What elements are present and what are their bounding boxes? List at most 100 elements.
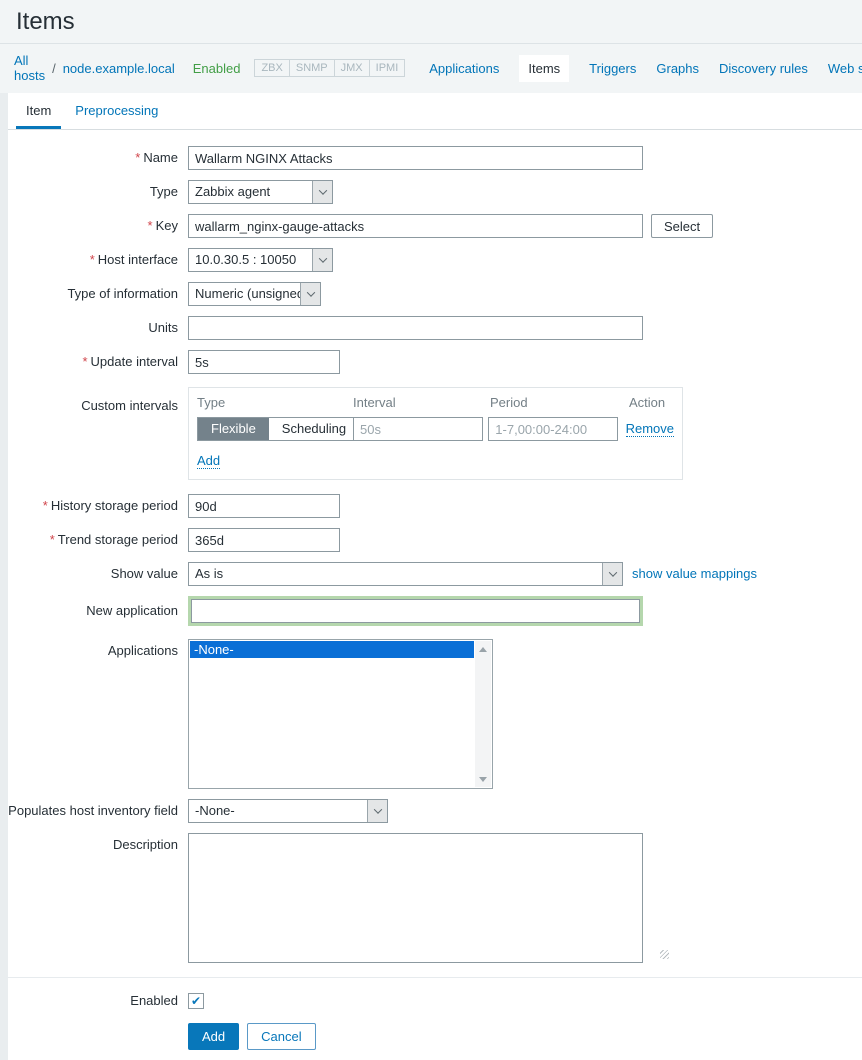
listbox-scrollbar[interactable] — [475, 641, 491, 787]
interval-type-segmented-control: Flexible Scheduling — [197, 417, 360, 441]
page-header: Items — [0, 0, 862, 44]
flexible-option[interactable]: Flexible — [198, 418, 269, 440]
host-interface-select[interactable]: 10.0.30.5 : 10050 — [188, 248, 333, 272]
chevron-down-icon — [312, 249, 332, 271]
required-marker: * — [43, 498, 48, 513]
host-nav: Applications Items Triggers Graphs Disco… — [429, 55, 862, 82]
item-form-panel: Item Preprocessing *Name Type Zabbix age… — [8, 93, 862, 1060]
enabled-label: Enabled — [8, 990, 188, 1008]
nav-triggers[interactable]: Triggers — [589, 61, 636, 76]
tab-preprocessing[interactable]: Preprocessing — [65, 93, 168, 129]
key-label: Key — [156, 218, 178, 233]
history-storage-input[interactable] — [188, 494, 340, 518]
row-name: *Name — [8, 146, 862, 170]
item-form: *Name Type Zabbix agent *Key Select *Hos… — [8, 130, 862, 1060]
row-inventory: Populates host inventory field -None- — [8, 799, 862, 823]
breadcrumb-all-hosts-link[interactable]: All hosts — [14, 53, 45, 83]
type-select-value: Zabbix agent — [189, 181, 312, 203]
scroll-up-icon[interactable] — [475, 641, 491, 657]
add-button[interactable]: Add — [188, 1023, 239, 1050]
breadcrumb-separator: / — [52, 61, 56, 76]
row-type-of-information: Type of information Numeric (unsigned) — [8, 282, 862, 306]
scheduling-option[interactable]: Scheduling — [269, 418, 359, 440]
show-value-label: Show value — [8, 562, 188, 581]
page-title: Items — [16, 8, 846, 36]
custom-intervals-label: Custom intervals — [8, 387, 188, 413]
host-interface-label: Host interface — [98, 252, 178, 267]
interface-availability-badges: ZBX SNMP JMX IPMI — [254, 59, 405, 77]
row-history: *History storage period — [8, 494, 862, 518]
snmp-badge: SNMP — [290, 60, 335, 76]
period-input[interactable] — [488, 417, 618, 441]
scroll-down-icon[interactable] — [475, 771, 491, 787]
type-of-information-select[interactable]: Numeric (unsigned) — [188, 282, 321, 306]
cancel-button[interactable]: Cancel — [247, 1023, 315, 1050]
type-of-information-select-value: Numeric (unsigned) — [189, 283, 300, 305]
units-input[interactable] — [188, 316, 643, 340]
breadcrumb-host-link[interactable]: node.example.local — [63, 61, 175, 76]
inventory-select-value: -None- — [189, 800, 367, 822]
enabled-checkbox[interactable]: ✔ — [188, 993, 204, 1009]
name-label: Name — [143, 150, 178, 165]
trend-label: Trend storage period — [58, 532, 178, 547]
units-label: Units — [8, 316, 188, 335]
col-type: Type — [197, 395, 353, 410]
key-input[interactable] — [188, 214, 643, 238]
chevron-down-icon — [602, 563, 622, 585]
nav-discovery-rules[interactable]: Discovery rules — [719, 61, 808, 76]
remove-interval-link[interactable]: Remove — [626, 421, 674, 437]
host-interface-select-value: 10.0.30.5 : 10050 — [189, 249, 312, 271]
row-type: Type Zabbix agent — [8, 180, 862, 204]
applications-listbox[interactable]: -None- — [188, 639, 493, 789]
row-description: Description — [8, 833, 862, 963]
resize-handle-icon[interactable] — [660, 950, 669, 959]
history-label: History storage period — [51, 498, 178, 513]
interval-input[interactable] — [353, 417, 483, 441]
row-new-application: New application — [8, 596, 862, 626]
host-status-enabled: Enabled — [193, 61, 241, 76]
row-key: *Key Select — [8, 214, 862, 238]
show-value-select-value: As is — [189, 563, 602, 585]
applications-label: Applications — [8, 639, 188, 658]
row-show-value: Show value As is show value mappings — [8, 562, 862, 586]
chevron-down-icon — [367, 800, 387, 822]
col-period: Period — [490, 395, 629, 410]
row-trend: *Trend storage period — [8, 528, 862, 552]
required-marker: * — [90, 252, 95, 267]
new-application-input[interactable] — [191, 599, 640, 623]
show-value-mappings-link[interactable]: show value mappings — [632, 562, 757, 581]
nav-items[interactable]: Items — [519, 55, 569, 82]
chevron-down-icon — [300, 283, 320, 305]
custom-interval-row: Flexible Scheduling Remove — [197, 417, 674, 441]
breadcrumb: All hosts / node.example.local Enabled Z… — [0, 44, 862, 93]
jmx-badge: JMX — [335, 60, 370, 76]
update-interval-label: Update interval — [91, 354, 178, 369]
inventory-select[interactable]: -None- — [188, 799, 388, 823]
footer-divider — [8, 977, 862, 978]
description-textarea[interactable] — [188, 833, 643, 963]
name-input[interactable] — [188, 146, 643, 170]
inventory-label: Populates host inventory field — [8, 799, 188, 818]
zbx-badge: ZBX — [255, 60, 289, 76]
tab-item[interactable]: Item — [16, 93, 61, 129]
update-interval-input[interactable] — [188, 350, 340, 374]
nav-web-scenarios[interactable]: Web scenarios — [828, 61, 862, 76]
required-marker: * — [82, 354, 87, 369]
key-select-button[interactable]: Select — [651, 214, 713, 238]
col-interval: Interval — [353, 395, 490, 410]
ipmi-badge: IPMI — [370, 60, 405, 76]
show-value-select[interactable]: As is — [188, 562, 623, 586]
required-marker: * — [135, 150, 140, 165]
type-select[interactable]: Zabbix agent — [188, 180, 333, 204]
applications-option-none[interactable]: -None- — [190, 641, 474, 658]
chevron-down-icon — [312, 181, 332, 203]
add-interval-link[interactable]: Add — [197, 453, 220, 469]
row-host-interface: *Host interface 10.0.30.5 : 10050 — [8, 248, 862, 272]
trend-storage-input[interactable] — [188, 528, 340, 552]
type-of-information-label: Type of information — [8, 282, 188, 301]
nav-applications[interactable]: Applications — [429, 61, 499, 76]
row-update-interval: * Update interval — [8, 350, 862, 374]
form-tabs: Item Preprocessing — [8, 93, 862, 130]
row-custom-intervals: Custom intervals Type Interval Period Ac… — [8, 387, 862, 480]
nav-graphs[interactable]: Graphs — [656, 61, 699, 76]
